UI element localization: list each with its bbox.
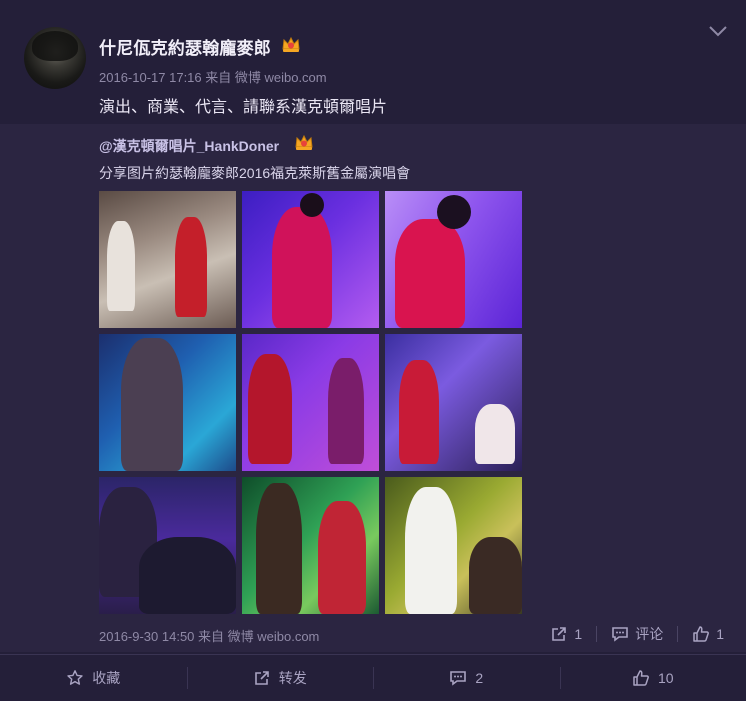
- performer-figure: [121, 338, 183, 471]
- post-text: 演出、商業、代言、請聯系漢克頓爾唱片: [99, 93, 387, 117]
- photo-5[interactable]: [242, 334, 379, 471]
- share-icon: [253, 669, 271, 687]
- forward-label: 转发: [279, 668, 307, 688]
- performer-figure: [318, 501, 366, 614]
- performer-head: [300, 193, 324, 217]
- post-meta: 2016-10-17 17:16 来自 微博 weibo.com: [99, 67, 327, 86]
- performer-figure: [395, 219, 465, 328]
- favorite-label: 收藏: [92, 668, 120, 688]
- performer-figure: [248, 354, 292, 464]
- performer-figure: [175, 217, 207, 317]
- performer-figure: [256, 483, 302, 614]
- photo-grid: [99, 191, 522, 614]
- original-forward-button[interactable]: 1: [550, 625, 582, 643]
- audience-figure: [139, 537, 236, 614]
- original-forward-count: 1: [574, 626, 582, 642]
- photo-6[interactable]: [385, 334, 522, 471]
- thumbs-up-icon: [632, 669, 650, 687]
- thumbs-up-icon: [692, 625, 710, 643]
- comment-icon: [449, 669, 467, 687]
- crown-badge-icon: [294, 133, 314, 151]
- photo-1[interactable]: [99, 191, 236, 328]
- avatar-hair: [32, 31, 78, 61]
- performer-figure: [405, 487, 457, 614]
- original-like-count: 1: [716, 626, 724, 642]
- original-author-link[interactable]: @漢克頓爾唱片_HankDoner: [99, 136, 279, 156]
- performer-figure: [328, 358, 364, 464]
- comment-button[interactable]: 2: [373, 655, 560, 701]
- avatar[interactable]: [24, 27, 86, 89]
- photo-9[interactable]: [385, 477, 522, 614]
- crown-badge-icon: [281, 35, 301, 53]
- original-like-button[interactable]: 1: [692, 625, 724, 643]
- photo-3[interactable]: [385, 191, 522, 328]
- photo-8[interactable]: [242, 477, 379, 614]
- photo-4[interactable]: [99, 334, 236, 471]
- performer-figure: [399, 360, 439, 464]
- comment-count: 2: [475, 670, 483, 686]
- action-bar: 收藏 转发 2 10: [0, 654, 746, 701]
- original-post-text: 分享图片約瑟翰龐麥郎2016福克萊斯舊金屬演唱會: [99, 163, 410, 183]
- performer-figure: [107, 221, 135, 311]
- share-icon: [550, 625, 568, 643]
- forward-button[interactable]: 转发: [187, 655, 374, 701]
- original-comment-button[interactable]: 评论: [611, 624, 663, 644]
- audience-figure: [469, 537, 522, 614]
- photo-7[interactable]: [99, 477, 236, 614]
- original-comment-label: 评论: [635, 624, 663, 644]
- audience-figure: [475, 404, 515, 464]
- favorite-button[interactable]: 收藏: [0, 655, 187, 701]
- repost-block: @漢克頓爾唱片_HankDoner 分享图片約瑟翰龐麥郎2016福克萊斯舊金屬演…: [0, 124, 746, 652]
- performer-head: [437, 195, 471, 229]
- star-icon: [66, 669, 84, 687]
- divider: [677, 626, 678, 642]
- comment-icon: [611, 625, 629, 643]
- like-button[interactable]: 10: [560, 655, 746, 701]
- original-post-actions: 1 评论 1: [550, 624, 724, 644]
- divider: [596, 626, 597, 642]
- photo-2[interactable]: [242, 191, 379, 328]
- username[interactable]: 什尼佤克約瑟翰龐麥郎: [99, 34, 271, 59]
- performer-figure: [272, 207, 332, 328]
- weibo-post-card: 什尼佤克約瑟翰龐麥郎 2016-10-17 17:16 来自 微博 weibo.…: [0, 0, 746, 700]
- original-post-meta: 2016-9-30 14:50 来自 微博 weibo.com: [99, 626, 319, 645]
- chevron-down-icon[interactable]: [708, 24, 728, 38]
- like-count: 10: [658, 670, 674, 686]
